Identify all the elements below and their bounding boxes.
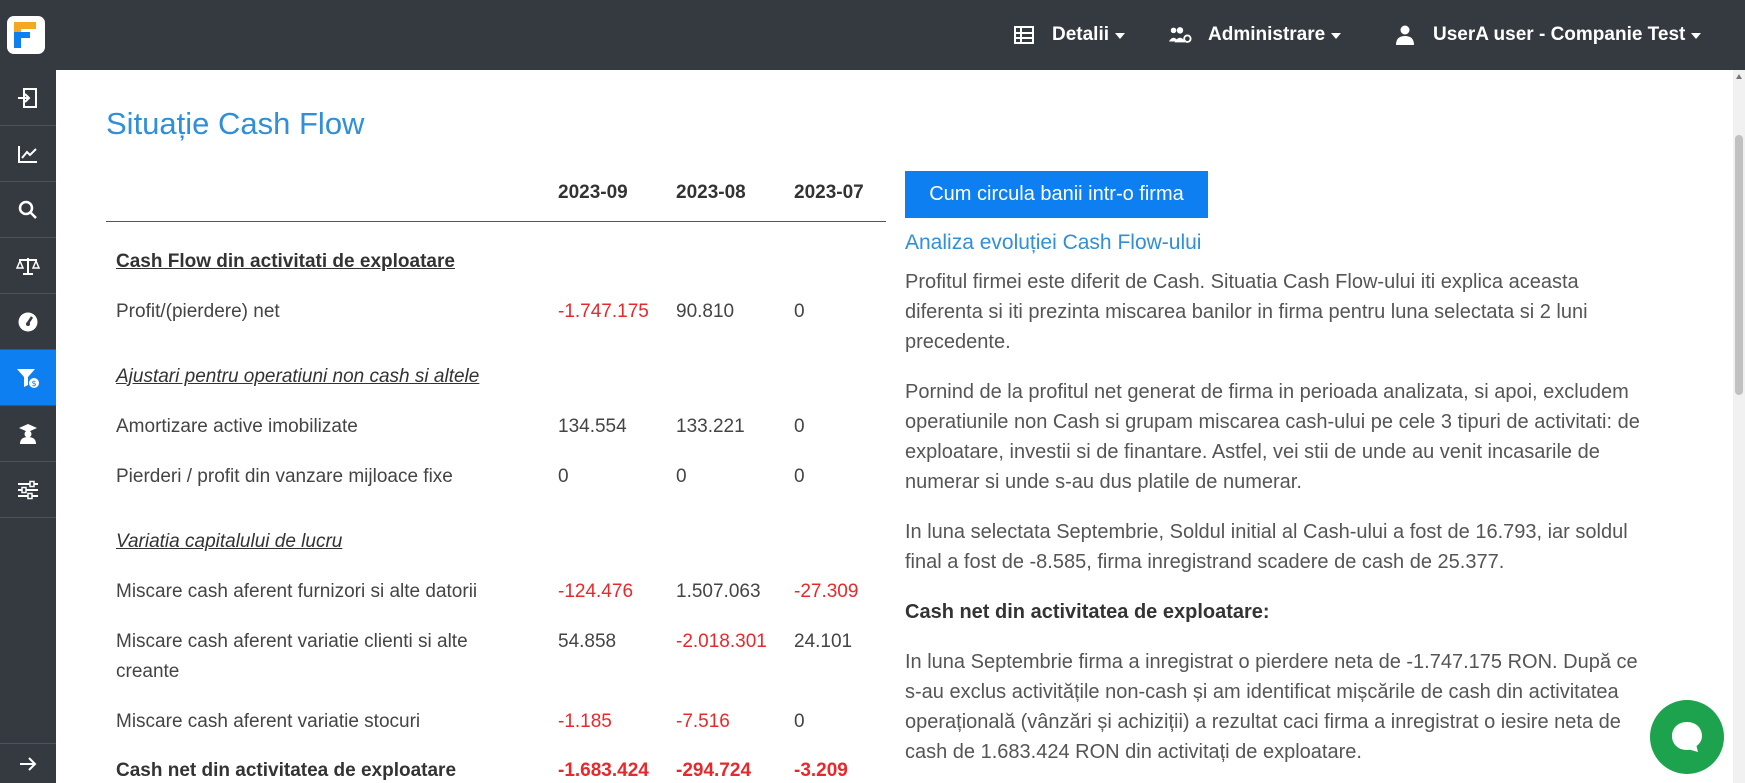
operating-paragraph: In luna Septembrie firma a inregistrat o… [905,647,1685,767]
svg-text:$: $ [31,379,36,388]
dashboard-gauge-icon [18,312,38,331]
total-row-value: -3.209 [794,760,848,781]
column-header: 2023-07 [794,182,864,203]
chevron-down-icon [1331,33,1342,39]
sidebar-item-balance[interactable] [0,238,56,294]
cash-flow-analysis-link[interactable]: Analiza evoluției Cash Flow-ului [905,231,1201,255]
text-line: exploatare, investii si de finantare. As… [905,441,1600,463]
column-header: 2023-08 [676,182,746,203]
page-title: Situație Cash Flow [106,106,365,141]
chevron-down-icon [1691,33,1702,39]
row-value: -7.516 [676,711,730,732]
section-heading: Variatia capitalului de lucru [116,531,343,552]
row-label: Amortizare active imobilizate [116,416,358,437]
row-label: Pierderi / profit din vanzare mijloace f… [116,466,453,487]
app-logo[interactable] [7,16,45,54]
chevron-down-icon [1115,33,1126,39]
sidebar-item-dashboard[interactable] [0,294,56,350]
nav-admin[interactable]: Administrare [1168,0,1342,70]
row-label: Miscare cash aferent variatie stocuri [116,711,421,732]
text-line: operatiunile non Cash si grupam miscarea… [905,411,1640,433]
nav-user[interactable]: UserA user - Companie Test [1393,0,1702,70]
text-line: Pornind de la profitul net generat de fi… [905,381,1629,403]
total-row-label: Cash net din activitatea de exploatare [116,760,457,781]
row-value: 0 [794,416,805,437]
row-value: -1.747.175 [558,301,649,322]
row-value: 24.101 [794,631,853,652]
intro-paragraph: Profitul firmei este diferit de Cash. Si… [905,267,1685,357]
row-value: -1.185 [558,711,612,732]
row-value: 0 [676,466,687,487]
row-value: -2.018.301 [676,631,767,652]
cash-flow-filter-icon: $ [17,368,39,388]
table-icon [1012,23,1036,47]
vertical-scrollbar[interactable] [1733,70,1745,783]
row-label-continued: creante [116,661,180,682]
text-line: In luna Septembrie firma a inregistrat o… [905,651,1638,673]
nav-user-label: UserA user - Companie Test [1433,24,1686,45]
row-value: -124.476 [558,581,634,602]
expand-arrow-icon [20,756,37,771]
graduation-icon [19,423,37,444]
sidebar: $ [0,70,56,783]
sliders-icon [18,480,38,499]
row-label: Miscare cash aferent furnizori si alte d… [116,581,478,602]
row-value: 133.221 [676,416,745,437]
logo-f-icon [14,22,36,48]
row-label: Profit/(pierdere) net [116,301,280,322]
sidebar-item-charts[interactable] [0,126,56,182]
sidebar-item-search[interactable] [0,182,56,238]
text-line: diferenta si iti prezinta miscarea banil… [905,301,1588,323]
line-chart-icon [18,145,37,163]
sidebar-toggle[interactable] [0,743,56,783]
search-icon [18,200,37,219]
user-icon [1393,23,1417,47]
chat-widget-button[interactable] [1650,700,1724,774]
cash-circulation-button[interactable]: Cum circula banii intr-o firma [905,171,1208,218]
scrollbar-thumb[interactable] [1735,135,1743,395]
row-label: Miscare cash aferent variatie clienti si… [116,631,468,652]
section-heading: Cash Flow din activitati de exploatare [116,251,455,272]
chat-bubble-icon [1672,722,1702,752]
sidebar-item-settings[interactable] [0,462,56,518]
row-value: 134.554 [558,416,627,437]
method-paragraph: Pornind de la profitul net generat de fi… [905,377,1685,497]
column-header: 2023-09 [558,182,628,203]
row-value: 90.810 [676,301,735,322]
text-line: operațională (vânzări și achiziții) a re… [905,711,1621,733]
operating-cash-heading: Cash net din activitatea de exploatare: [905,601,1270,623]
balance-scale-icon [16,257,40,275]
row-value: 0 [794,466,805,487]
nav-details[interactable]: Detalii [1012,0,1126,70]
sidebar-item-import[interactable] [0,70,56,126]
row-value: 54.858 [558,631,617,652]
nav-details-label: Detalii [1052,24,1110,45]
row-value: 0 [794,711,805,732]
nav-admin-label: Administrare [1208,24,1326,45]
users-cog-icon [1168,23,1192,47]
row-value: 0 [794,301,805,322]
row-value: -27.309 [794,581,859,602]
sign-in-file-icon [18,87,37,108]
balance-paragraph: In luna selectata Septembrie, Soldul ini… [905,517,1685,577]
top-navbar: Detalii Administrare UserA user - Compan… [0,0,1745,70]
text-line: s-au exclus activitățile non-cash și am … [905,681,1619,703]
header-divider [106,221,886,222]
section-heading: Ajustari pentru operatiuni non cash si a… [116,366,480,387]
total-row-value: -1.683.424 [558,760,649,781]
text-line: Profitul firmei este diferit de Cash. Si… [905,271,1579,293]
total-row-value: -294.724 [676,760,752,781]
sidebar-item-training[interactable] [0,406,56,462]
text-line: numerar si unde s-au dus platile de nume… [905,471,1302,493]
text-line: final a fost de -8.585, firma inregistra… [905,551,1505,573]
sidebar-item-cashflow[interactable]: $ [0,350,56,406]
row-value: 1.507.063 [676,581,761,602]
scroll-up-arrow-icon[interactable] [1736,74,1742,79]
row-value: 0 [558,466,569,487]
text-line: In luna selectata Septembrie, Soldul ini… [905,521,1628,543]
text-line: cash de 1.683.424 RON din activitați de … [905,741,1362,763]
text-line: precedente. [905,331,1011,353]
